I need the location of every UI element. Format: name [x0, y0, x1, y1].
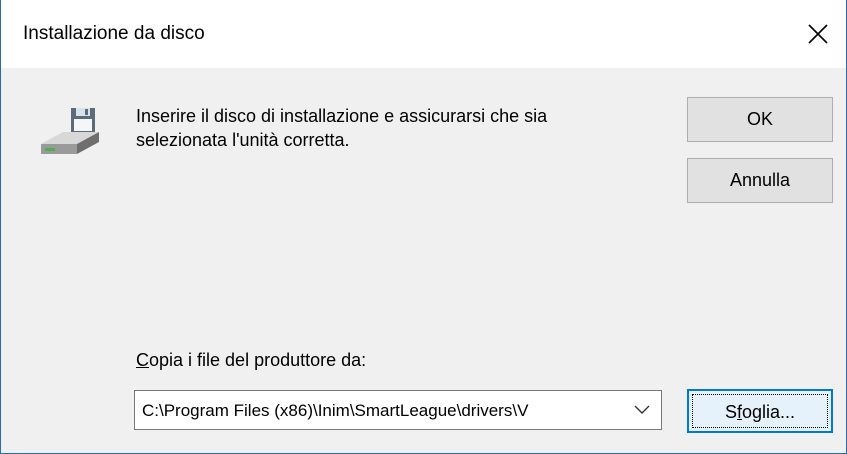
title-bar: Installazione da disco [1, 0, 846, 68]
copy-from-label: Copia i file del produttore da: [136, 350, 366, 371]
manufacturer-files-path-combobox[interactable]: C:\Program Files (x86)\Inim\SmartLeague\… [134, 390, 662, 430]
focus-rectangle [692, 394, 828, 428]
copy-from-label-accelerator: C [136, 350, 149, 370]
install-from-disk-dialog: Installazione da disco Inserire il disco… [0, 0, 847, 454]
manufacturer-files-path-value[interactable]: C:\Program Files (x86)\Inim\SmartLeague\… [142, 401, 620, 421]
chevron-down-icon [634, 405, 650, 414]
browse-button[interactable]: Sfoglia... [687, 389, 833, 433]
cancel-button[interactable]: Annulla [687, 158, 833, 203]
close-button[interactable] [790, 0, 846, 68]
close-icon [808, 24, 828, 44]
path-dropdown-button[interactable] [627, 391, 657, 429]
ok-button[interactable]: OK [687, 97, 833, 142]
instruction-message: Inserire il disco di installazione e ass… [136, 104, 656, 152]
copy-from-label-text: opia i file del produttore da: [149, 350, 367, 370]
instruction-line-2: selezionata l'unità corretta. [136, 130, 350, 150]
instruction-line-1: Inserire il disco di installazione e ass… [136, 106, 548, 126]
dialog-title: Installazione da disco [23, 23, 205, 44]
floppy-drive-icon [41, 108, 99, 154]
